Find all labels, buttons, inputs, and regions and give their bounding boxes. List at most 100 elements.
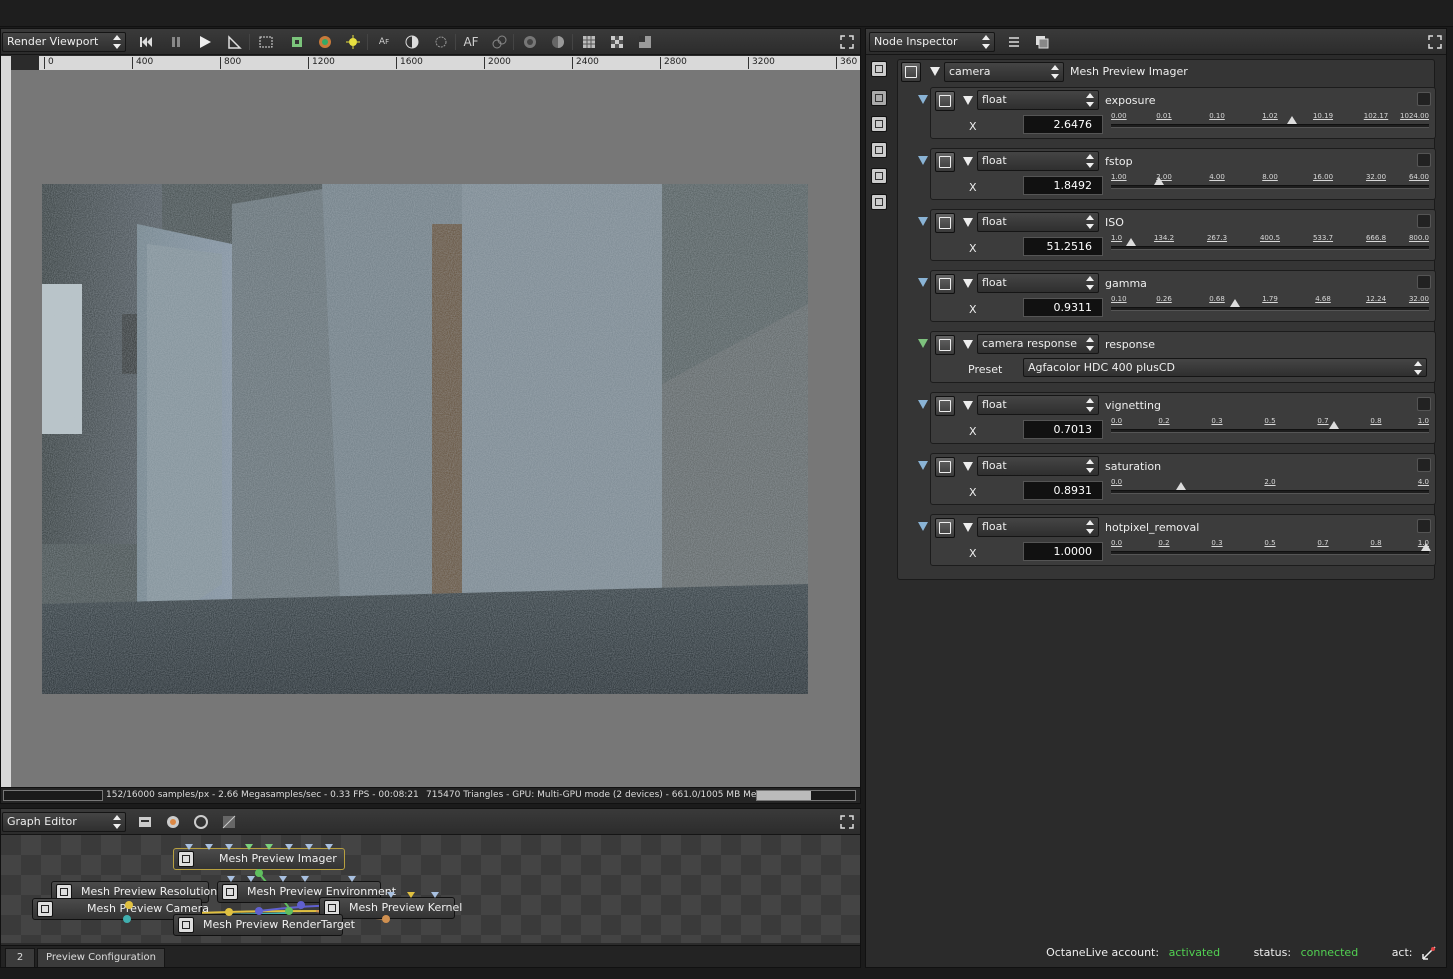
- render-canvas[interactable]: [11, 70, 860, 787]
- param-slider[interactable]: 0.0 2.0 4.0: [1111, 476, 1429, 502]
- input-pin[interactable]: [407, 892, 415, 898]
- input-pin[interactable]: [265, 844, 273, 850]
- param-type-selector[interactable]: float: [977, 517, 1099, 537]
- render-target-icon[interactable]: [871, 61, 887, 77]
- input-pin[interactable]: [348, 876, 356, 882]
- output-pin[interactable]: [285, 907, 293, 915]
- collapse-triangle-icon[interactable]: [963, 462, 973, 471]
- input-pin[interactable]: [279, 876, 287, 882]
- vignette-pick-icon[interactable]: [432, 33, 450, 51]
- param-value-field[interactable]: 1.8492: [1023, 176, 1103, 195]
- inspector-maximize-icon[interactable]: [1426, 33, 1444, 51]
- output-pin[interactable]: [382, 915, 390, 923]
- rewind-icon[interactable]: [137, 33, 155, 51]
- graph-editor-selector[interactable]: Graph Editor: [2, 812, 126, 832]
- output-pin[interactable]: [255, 869, 263, 877]
- viewport-selector[interactable]: Render Viewport: [2, 32, 126, 52]
- collapse-all-icon[interactable]: [1005, 33, 1023, 51]
- input-pin[interactable]: [431, 892, 439, 898]
- collapse-triangle-icon[interactable]: [963, 157, 973, 166]
- curve-icon[interactable]: [1417, 397, 1431, 411]
- af-icon[interactable]: AF: [462, 33, 480, 51]
- input-pin[interactable]: [247, 876, 255, 882]
- param-type-selector[interactable]: float: [977, 90, 1099, 110]
- kernel-icon[interactable]: [871, 194, 887, 210]
- checker-icon[interactable]: [608, 33, 626, 51]
- param-slider[interactable]: 0.10 0.26 0.68 1.79 4.68 12.24 32.00: [1111, 293, 1429, 319]
- camera-icon[interactable]: [871, 90, 887, 106]
- param-type-selector[interactable]: float: [977, 395, 1099, 415]
- slider-thumb[interactable]: [1175, 482, 1186, 490]
- input-pin[interactable]: [285, 844, 293, 850]
- param-value-field[interactable]: 0.7013: [1023, 420, 1103, 439]
- curve-graph-icon[interactable]: [935, 518, 955, 538]
- tab-preview-configuration[interactable]: Preview Configuration: [37, 948, 165, 967]
- collapse-triangle-icon[interactable]: [930, 67, 940, 76]
- curve-graph-icon[interactable]: [935, 91, 955, 111]
- input-pin[interactable]: [305, 844, 313, 850]
- collapse-triangle-icon[interactable]: [963, 279, 973, 288]
- input-pin[interactable]: [205, 844, 213, 850]
- param-slider[interactable]: 0.0 0.2 0.3 0.5 0.7 0.8 1.0: [1111, 537, 1431, 563]
- curve-graph-icon[interactable]: [935, 152, 955, 172]
- collapse-triangle-icon[interactable]: [963, 96, 973, 105]
- param-slider[interactable]: 1.00 2.00 4.00 8.00 16.00 32.00 64.00: [1111, 171, 1429, 197]
- inspector-selector[interactable]: Node Inspector: [869, 32, 995, 52]
- curve-icon[interactable]: [1417, 153, 1431, 167]
- focus-icon[interactable]: [288, 33, 306, 51]
- param-expand-triangle-icon[interactable]: [918, 339, 928, 348]
- curve-graph-icon[interactable]: [935, 274, 955, 294]
- texture-node-icon[interactable]: [192, 813, 210, 831]
- param-value-field[interactable]: 51.2516: [1023, 237, 1103, 256]
- slider-thumb[interactable]: [1126, 238, 1137, 246]
- input-pin[interactable]: [185, 844, 193, 850]
- grid-node-icon[interactable]: [220, 813, 238, 831]
- param-slider[interactable]: 0.0 0.2 0.3 0.5 0.7 0.8 1.0: [1111, 415, 1429, 441]
- copy-icon[interactable]: [1033, 33, 1051, 51]
- output-pin[interactable]: [125, 901, 133, 909]
- param-expand-triangle-icon[interactable]: [918, 278, 928, 287]
- tab-level[interactable]: 2: [5, 948, 35, 967]
- node-type-selector[interactable]: camera: [944, 62, 1064, 82]
- curve-icon[interactable]: [1417, 519, 1431, 533]
- node-graph-canvas[interactable]: Mesh Preview Imager Mesh Preview Resolut…: [1, 835, 860, 943]
- param-slider[interactable]: 1.0 134.2 267.3 400.5 533.7 666.8 800.0: [1111, 232, 1429, 258]
- param-value-field[interactable]: 0.9311: [1023, 298, 1103, 317]
- param-expand-triangle-icon[interactable]: [918, 522, 928, 531]
- output-pin[interactable]: [255, 907, 263, 915]
- param-value-field[interactable]: 0.8931: [1023, 481, 1103, 500]
- collapse-triangle-icon[interactable]: [963, 401, 973, 410]
- curve-icon[interactable]: [1417, 458, 1431, 472]
- input-pin[interactable]: [301, 876, 309, 882]
- environment-icon[interactable]: [871, 142, 887, 158]
- curve-graph-icon[interactable]: [935, 396, 955, 416]
- input-pin[interactable]: [245, 844, 253, 850]
- curve-icon[interactable]: [1417, 214, 1431, 228]
- param-type-selector[interactable]: float: [977, 456, 1099, 476]
- curve-graph-icon[interactable]: [935, 213, 955, 233]
- light-icon[interactable]: [344, 33, 362, 51]
- graph-node-imager[interactable]: Mesh Preview Imager: [173, 848, 345, 870]
- pause-icon[interactable]: [167, 33, 185, 51]
- pick-icon[interactable]: [226, 33, 244, 51]
- param-value-field[interactable]: 1.0000: [1023, 542, 1103, 561]
- curve-icon[interactable]: [1417, 275, 1431, 289]
- alpha-icon[interactable]: [521, 33, 539, 51]
- clay-icon[interactable]: [490, 33, 508, 51]
- curve-icon[interactable]: [1417, 92, 1431, 106]
- param-value-field[interactable]: 2.6476: [1023, 115, 1103, 134]
- param-expand-triangle-icon[interactable]: [918, 217, 928, 226]
- slider-thumb[interactable]: [1153, 177, 1164, 185]
- param-type-selector[interactable]: float: [977, 151, 1099, 171]
- load-icon[interactable]: [136, 813, 154, 831]
- slider-thumb[interactable]: [1328, 421, 1339, 429]
- output-pin[interactable]: [297, 901, 305, 909]
- input-pin[interactable]: [225, 844, 233, 850]
- region-icon[interactable]: [257, 33, 275, 51]
- graph-maximize-icon[interactable]: [838, 813, 856, 831]
- output-pin[interactable]: [123, 915, 131, 923]
- param-expand-triangle-icon[interactable]: [918, 156, 928, 165]
- param-type-selector[interactable]: float: [977, 212, 1099, 232]
- collapse-triangle-icon[interactable]: [963, 340, 973, 349]
- curve-graph-icon[interactable]: [935, 457, 955, 477]
